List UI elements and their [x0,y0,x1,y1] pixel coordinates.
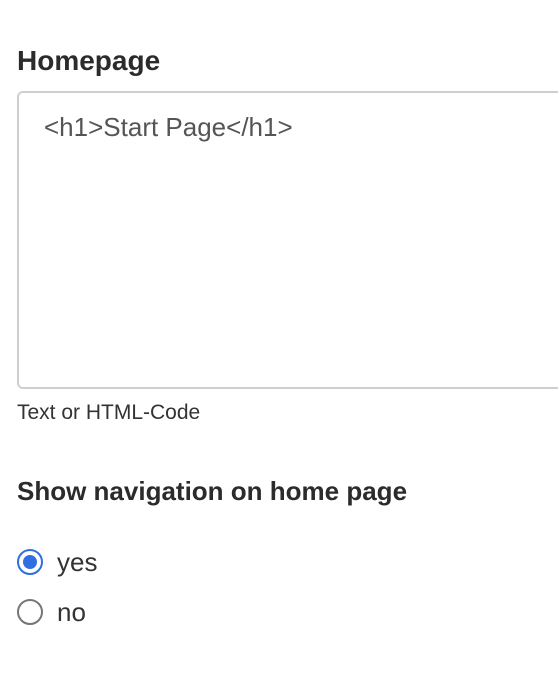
radio-button-no[interactable] [17,599,43,625]
show-navigation-label: Show navigation on home page [17,476,408,506]
radio-label-yes: yes [57,547,98,577]
radio-option-no[interactable]: no [17,596,86,628]
homepage-help-text: Text or HTML-Code [17,401,201,424]
radio-option-yes[interactable]: yes [17,546,97,578]
radio-button-yes[interactable] [17,549,43,575]
homepage-textarea[interactable]: <h1>Start Page</h1> [17,91,558,389]
radio-label-no: no [57,597,86,627]
homepage-label: Homepage [17,45,161,76]
